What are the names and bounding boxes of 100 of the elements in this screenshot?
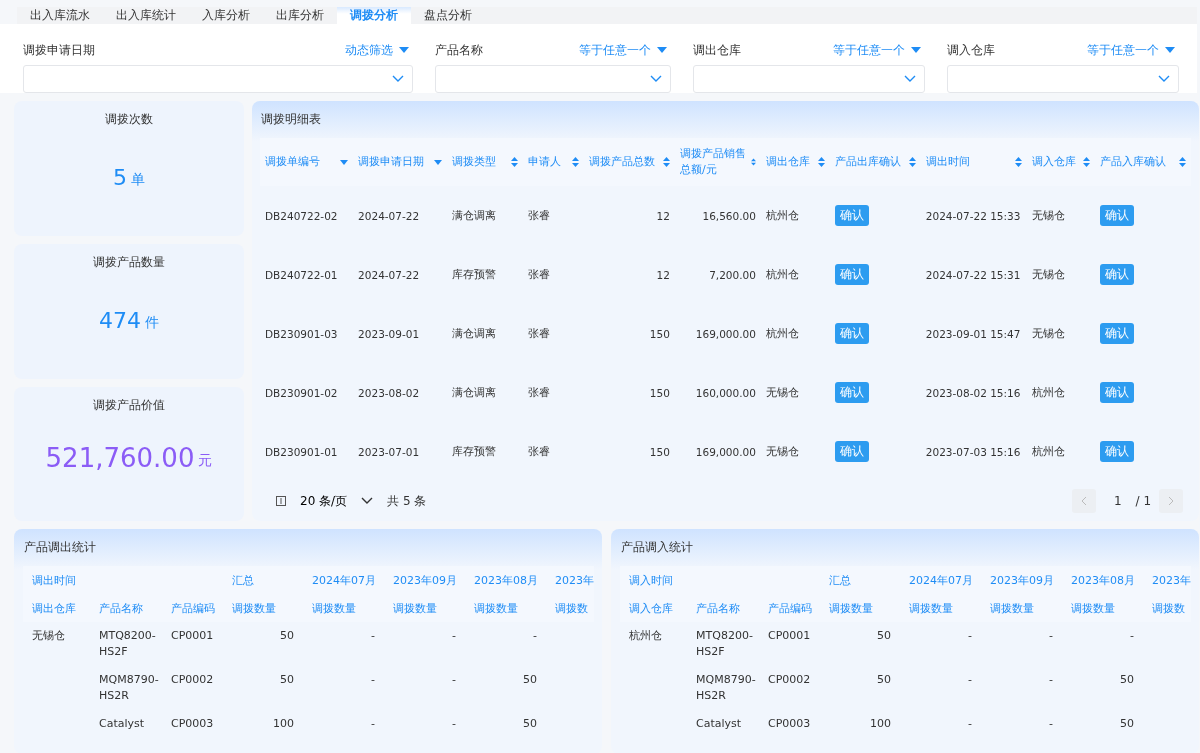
column-header: 调拨数量 <box>829 601 874 615</box>
column-header[interactable]: 产品出库确认 <box>834 154 901 170</box>
sort-caret-icon[interactable] <box>434 159 443 165</box>
column-header: 2023年08月 <box>474 573 539 587</box>
column-header[interactable]: 调拨类型 <box>452 154 497 170</box>
confirm-button[interactable]: 确认 <box>1099 382 1134 403</box>
column-header: 2023年08月 <box>1071 573 1136 587</box>
table-cell: 50 <box>1120 673 1135 686</box>
column-header: 2023年 <box>555 573 595 587</box>
select-field[interactable] <box>693 65 925 93</box>
column-header[interactable]: 申请人 <box>528 154 562 170</box>
page-size-icon <box>276 496 286 506</box>
tab[interactable]: 出入库统计 <box>103 7 189 24</box>
select-field[interactable] <box>947 65 1179 93</box>
table-cell: DB230901-02 <box>265 386 338 399</box>
stat-unit: 单 <box>131 171 145 189</box>
chevron-left-icon <box>1080 496 1087 506</box>
sort-icon[interactable] <box>1015 157 1023 167</box>
confirm-button[interactable]: 确认 <box>1099 205 1134 226</box>
confirm-button[interactable]: 确认 <box>1099 264 1134 285</box>
table-cell: 150 <box>649 327 670 340</box>
table-cell: - <box>371 629 376 642</box>
column-header[interactable]: 调出仓库 <box>765 154 810 170</box>
filter-label: 调出仓库 <box>693 41 741 59</box>
stat-value: 474 <box>99 307 141 333</box>
sort-icon[interactable] <box>571 157 579 167</box>
sort-icon[interactable] <box>1179 157 1187 167</box>
stat-unit: 件 <box>145 314 159 332</box>
table-cell: CP0001 <box>768 629 811 642</box>
table-cell: 12 <box>656 268 670 281</box>
table-cell: 满仓调离 <box>452 208 497 221</box>
table-cell: - <box>968 629 973 642</box>
column-header[interactable]: 调拨申请日期 <box>358 154 425 170</box>
table-cell: DB230901-01 <box>265 445 338 458</box>
page-size-dropdown[interactable]: 20 条/页 <box>300 492 374 510</box>
tab[interactable]: 入库分析 <box>189 7 263 24</box>
table-cell: CP0003 <box>171 717 214 730</box>
sort-caret-icon[interactable] <box>340 159 349 165</box>
confirm-button[interactable]: 确认 <box>834 441 869 462</box>
table-cell: - <box>533 629 538 642</box>
filter-mode-dropdown[interactable]: 等于任意一个 <box>1087 41 1179 59</box>
table-cell: 16,560.00 <box>702 209 756 222</box>
column-header: 产品名称 <box>99 601 143 615</box>
column-header: 2024年07月 <box>909 573 974 587</box>
sort-icon[interactable] <box>817 157 825 167</box>
caret-icon <box>911 47 921 53</box>
table-cell: 2024-07-22 15:33 <box>925 209 1021 222</box>
table-cell: 杭州仓 <box>629 629 663 642</box>
page-total: / 1 <box>1135 494 1152 508</box>
sort-icon[interactable] <box>1082 157 1090 167</box>
column-header: 2023年09月 <box>393 573 458 587</box>
filter-label: 产品名称 <box>435 41 483 59</box>
column-header: 产品编码 <box>768 601 813 615</box>
caret-icon <box>1165 47 1175 53</box>
column-header: 调拨数量 <box>990 601 1035 615</box>
sort-icon[interactable] <box>662 157 670 167</box>
table-cell: CP0003 <box>768 717 811 730</box>
chevron-down-icon <box>361 497 374 505</box>
table-cell: 满仓调离 <box>452 385 497 398</box>
filter-mode-dropdown[interactable]: 等于任意一个 <box>833 41 925 59</box>
table-cell: 无锡仓 <box>1032 208 1066 221</box>
column-header[interactable]: 调拨产品销售总额/元 <box>679 146 748 178</box>
table-cell: 张睿 <box>528 208 551 221</box>
sort-icon[interactable] <box>750 157 756 167</box>
filter-mode-dropdown[interactable]: 等于任意一个 <box>579 41 671 59</box>
table-cell: 100 <box>273 717 295 730</box>
select-field[interactable] <box>23 65 413 93</box>
column-header[interactable]: 产品入库确认 <box>1099 154 1166 170</box>
table-cell: 无锡仓 <box>765 385 799 398</box>
sort-icon[interactable] <box>908 157 916 167</box>
table-cell: 100 <box>870 717 892 730</box>
tab[interactable]: 盘点分析 <box>411 7 485 24</box>
table-cell: MQM8790-HS2R <box>99 673 159 702</box>
select-field[interactable] <box>435 65 671 93</box>
tab[interactable]: 出入库流水 <box>17 7 103 24</box>
confirm-button[interactable]: 确认 <box>834 323 869 344</box>
table-cell: - <box>1049 673 1054 686</box>
panel-title: 产品调出统计 <box>23 539 96 556</box>
table-cell: 7,200.00 <box>709 268 756 281</box>
stat-value: 5 <box>113 164 127 190</box>
stat-value: 521,760.00 <box>45 442 195 473</box>
column-header[interactable]: 调拨单编号 <box>265 154 320 170</box>
table-cell: - <box>452 629 457 642</box>
stat-label: 调拨次数 <box>105 111 153 128</box>
confirm-button[interactable]: 确认 <box>834 382 869 403</box>
sort-icon[interactable] <box>511 157 519 167</box>
tab[interactable]: 调拨分析 <box>337 7 411 24</box>
confirm-button[interactable]: 确认 <box>1099 441 1134 462</box>
confirm-button[interactable]: 确认 <box>834 205 869 226</box>
table-cell: 库存预警 <box>452 267 497 280</box>
table-cell: - <box>371 673 376 686</box>
column-header[interactable]: 调拨产品总数 <box>588 154 655 170</box>
tab[interactable]: 出库分析 <box>263 7 337 24</box>
confirm-button[interactable]: 确认 <box>834 264 869 285</box>
column-header[interactable]: 调入仓库 <box>1032 154 1077 170</box>
filter-mode-dropdown[interactable]: 动态筛选 <box>345 41 413 59</box>
table-cell: 无锡仓 <box>1032 267 1066 280</box>
column-header: 调拨数量 <box>232 601 277 615</box>
confirm-button[interactable]: 确认 <box>1099 323 1134 344</box>
column-header[interactable]: 调出时间 <box>925 154 970 170</box>
